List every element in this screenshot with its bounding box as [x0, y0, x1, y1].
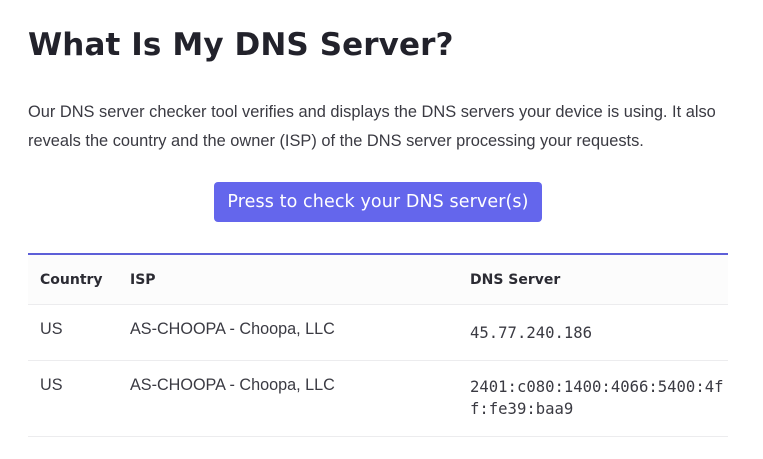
page-description: Our DNS server checker tool verifies and… [28, 103, 716, 150]
check-dns-button[interactable]: Press to check your DNS server(s) [214, 182, 542, 222]
cell-country: US [28, 304, 118, 361]
cell-country: US [28, 360, 118, 437]
page-title: What Is My DNS Server? [28, 27, 454, 63]
cell-dns-server: 45.77.240.186 [458, 304, 728, 361]
dns-results-table-container: Country ISP DNS Server US AS-CHOOPA - Ch… [28, 253, 728, 437]
column-header-country: Country [28, 255, 118, 305]
column-header-dns-server: DNS Server [458, 255, 728, 305]
table-row: US AS-CHOOPA - Choopa, LLC 2401:c080:140… [28, 360, 728, 437]
cell-isp: AS-CHOOPA - Choopa, LLC [118, 304, 458, 361]
check-button-container: Press to check your DNS server(s) [28, 182, 728, 222]
table-header-row: Country ISP DNS Server [28, 255, 728, 305]
page: What Is My DNS Server? Our DNS server ch… [0, 0, 763, 459]
table-row: US AS-CHOOPA - Choopa, LLC 45.77.240.186 [28, 304, 728, 361]
cell-isp: AS-CHOOPA - Choopa, LLC [118, 360, 458, 437]
column-header-isp: ISP [118, 255, 458, 305]
cell-dns-server: 2401:c080:1400:4066:5400:4ff:fe39:baa9 [458, 360, 728, 437]
dns-results-table: Country ISP DNS Server US AS-CHOOPA - Ch… [28, 255, 728, 437]
